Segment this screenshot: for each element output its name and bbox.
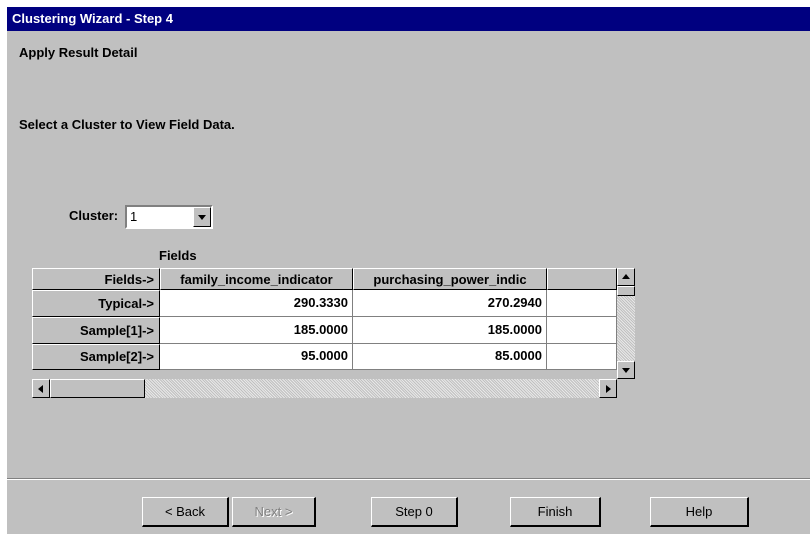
grid-cell[interactable]: 85.0000 — [353, 344, 547, 370]
vertical-scrollbar[interactable] — [617, 268, 635, 379]
row-header-sample-2[interactable]: Sample[2]-> — [32, 344, 160, 370]
step-0-button[interactable]: Step 0 — [371, 497, 458, 527]
scroll-left-button[interactable] — [32, 379, 50, 398]
instruction-text: Select a Cluster to View Field Data. — [19, 117, 235, 132]
scroll-down-button[interactable] — [617, 361, 635, 379]
grid-cell-empty[interactable] — [547, 344, 617, 370]
row-header-sample-1[interactable]: Sample[1]-> — [32, 317, 160, 344]
column-header-purchasing-power[interactable]: purchasing_power_indic — [353, 268, 547, 290]
grid-cell-empty[interactable] — [547, 290, 617, 317]
grid-cell[interactable]: 185.0000 — [160, 317, 353, 344]
grid-cell[interactable]: 290.3330 — [160, 290, 353, 317]
row-header-typical[interactable]: Typical-> — [32, 290, 160, 317]
help-button[interactable]: Help — [650, 497, 749, 527]
button-divider — [7, 478, 810, 480]
grid-cell[interactable]: 270.2940 — [353, 290, 547, 317]
cluster-label: Cluster: — [69, 208, 119, 223]
grid-caption: Fields — [159, 248, 197, 263]
scroll-right-button[interactable] — [599, 379, 617, 398]
grid-cell-empty[interactable] — [547, 317, 617, 344]
grid-cell[interactable]: 95.0000 — [160, 344, 353, 370]
finish-button[interactable]: Finish — [510, 497, 601, 527]
arrow-down-icon — [622, 368, 630, 373]
window-title: Clustering Wizard - Step 4 — [7, 7, 810, 31]
scroll-up-button[interactable] — [617, 268, 635, 286]
cluster-select-value: 1 — [130, 209, 138, 224]
page-heading: Apply Result Detail — [19, 45, 138, 60]
field-data-grid[interactable]: Fields-> family_income_indicator purchas… — [32, 268, 639, 398]
vertical-scroll-thumb[interactable] — [617, 286, 635, 296]
cluster-dropdown-button[interactable] — [193, 207, 211, 227]
column-header-family-income[interactable]: family_income_indicator — [160, 268, 353, 290]
arrow-left-icon — [38, 384, 43, 393]
grid-corner-header[interactable]: Fields-> — [32, 268, 160, 290]
arrow-right-icon — [606, 384, 611, 393]
back-button[interactable]: < Back — [142, 497, 229, 527]
column-header-empty — [547, 268, 617, 290]
chevron-down-icon — [198, 215, 206, 220]
horizontal-scrollbar[interactable] — [32, 379, 617, 398]
grid-cell[interactable]: 185.0000 — [353, 317, 547, 344]
cluster-select[interactable]: 1 — [125, 205, 213, 229]
wizard-window: Clustering Wizard - Step 4 Apply Result … — [7, 7, 810, 534]
next-button[interactable]: Next > — [232, 497, 316, 527]
horizontal-scroll-thumb[interactable] — [50, 379, 145, 398]
arrow-up-icon — [622, 274, 630, 279]
